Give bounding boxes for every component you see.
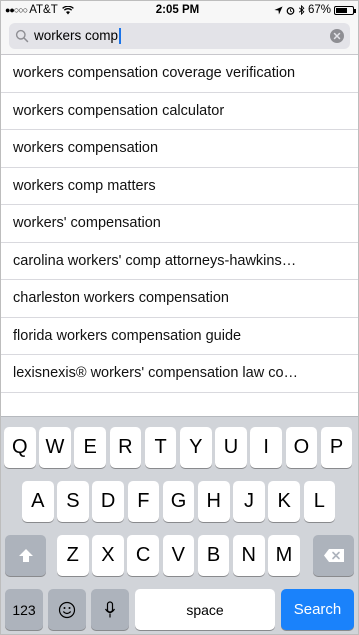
status-bar: ●●○○○ AT&T 2:05 PM 67%: [1, 1, 358, 19]
search-header: workers comp: [1, 19, 358, 55]
shift-key[interactable]: [5, 535, 46, 576]
suggestion-item[interactable]: charleston workers compensation: [1, 280, 358, 318]
key-a[interactable]: A: [22, 481, 54, 522]
search-icon: [15, 29, 29, 43]
key-q[interactable]: Q: [4, 427, 36, 468]
key-h[interactable]: H: [198, 481, 230, 522]
key-g[interactable]: G: [162, 481, 195, 522]
key-s[interactable]: S: [57, 481, 89, 522]
bluetooth-icon: [298, 5, 305, 15]
clear-search-button[interactable]: [330, 29, 344, 43]
status-left: ●●○○○ AT&T: [5, 4, 125, 16]
phone-screen: ●●○○○ AT&T 2:05 PM 67% workers comp work…: [0, 0, 359, 635]
key-v[interactable]: V: [162, 535, 195, 576]
key-z[interactable]: Z: [57, 535, 89, 576]
suggestion-item[interactable]: workers compensation calculator: [1, 93, 358, 130]
signal-strength-icon: ●●○○○: [5, 5, 28, 15]
key-c[interactable]: C: [127, 535, 159, 576]
status-time: 2:05 PM: [155, 4, 200, 16]
suggestion-text: workers compensation calculator: [13, 102, 225, 119]
wifi-icon: [61, 5, 74, 14]
space-key[interactable]: space: [135, 589, 275, 630]
suggestion-item[interactable]: workers' compensation: [1, 205, 358, 243]
backspace-icon: [323, 549, 344, 562]
suggestion-text: lexisnexis® workers' compensation law co…: [13, 365, 299, 382]
key-n[interactable]: N: [233, 535, 265, 576]
search-query-text[interactable]: workers comp: [34, 27, 330, 45]
suggestion-text: workers compensation coverage verificati…: [13, 65, 296, 82]
battery-icon: [334, 5, 356, 15]
suggestion-item[interactable]: carolina workers' comp attorneys-hawkins…: [1, 243, 358, 280]
key-e[interactable]: E: [74, 427, 106, 468]
battery-fill: [336, 7, 347, 13]
key-r[interactable]: R: [109, 427, 142, 468]
key-m[interactable]: M: [268, 535, 300, 576]
emoji-icon: [58, 601, 76, 618]
key-u[interactable]: U: [215, 427, 247, 468]
suggestion-text: carolina workers' comp attorneys-hawkins…: [13, 252, 297, 269]
location-arrow-icon: [274, 5, 283, 15]
emoji-key[interactable]: [48, 589, 86, 630]
suggestion-text: workers compensation: [13, 140, 159, 157]
key-y[interactable]: Y: [180, 427, 212, 468]
key-f[interactable]: F: [127, 481, 160, 522]
numbers-key[interactable]: 123: [5, 589, 43, 630]
key-o[interactable]: O: [285, 427, 318, 468]
key-i[interactable]: I: [250, 427, 282, 468]
key-t[interactable]: T: [144, 427, 177, 468]
search-key[interactable]: Search: [281, 589, 354, 630]
close-icon: [333, 32, 341, 40]
search-input[interactable]: workers comp: [9, 23, 350, 49]
suggestion-item[interactable]: workers compensation coverage verificati…: [1, 55, 358, 93]
backspace-key[interactable]: [313, 535, 354, 576]
search-query-value: workers comp: [34, 27, 119, 43]
suggestion-text: charleston workers compensation: [13, 290, 229, 307]
suggestion-text: workers' compensation: [13, 215, 161, 232]
suggestion-text: florida workers compensation guide: [13, 327, 242, 344]
key-j[interactable]: J: [233, 481, 265, 522]
suggestion-text: workers comp matters: [13, 177, 156, 194]
carrier-label: AT&T: [29, 4, 58, 16]
dictation-key[interactable]: [91, 589, 129, 630]
suggestion-item[interactable]: workers comp matters: [1, 168, 358, 205]
key-l[interactable]: L: [303, 481, 336, 522]
suggestion-item[interactable]: lexisnexis® workers' compensation law co…: [1, 355, 358, 393]
microphone-icon: [104, 600, 116, 617]
shift-arrow-icon: [18, 549, 33, 562]
key-w[interactable]: W: [39, 427, 71, 468]
key-x[interactable]: X: [92, 535, 124, 576]
suggestion-item[interactable]: florida workers compensation guide: [1, 318, 358, 355]
suggestion-item[interactable]: workers compensation: [1, 130, 358, 168]
battery-percent: 67%: [307, 4, 331, 16]
key-k[interactable]: K: [268, 481, 300, 522]
status-right: 67%: [244, 4, 356, 16]
keyboard: 123 space Search QWERTYUIOP ASDFGHJKL ZXCV…: [1, 416, 358, 634]
key-p[interactable]: P: [320, 427, 353, 468]
key-b[interactable]: B: [197, 535, 230, 576]
key-d[interactable]: D: [92, 481, 124, 522]
alarm-clock-icon: [286, 6, 295, 15]
text-cursor: [119, 28, 122, 45]
suggestion-list: workers compensation coverage verificati…: [1, 55, 358, 393]
